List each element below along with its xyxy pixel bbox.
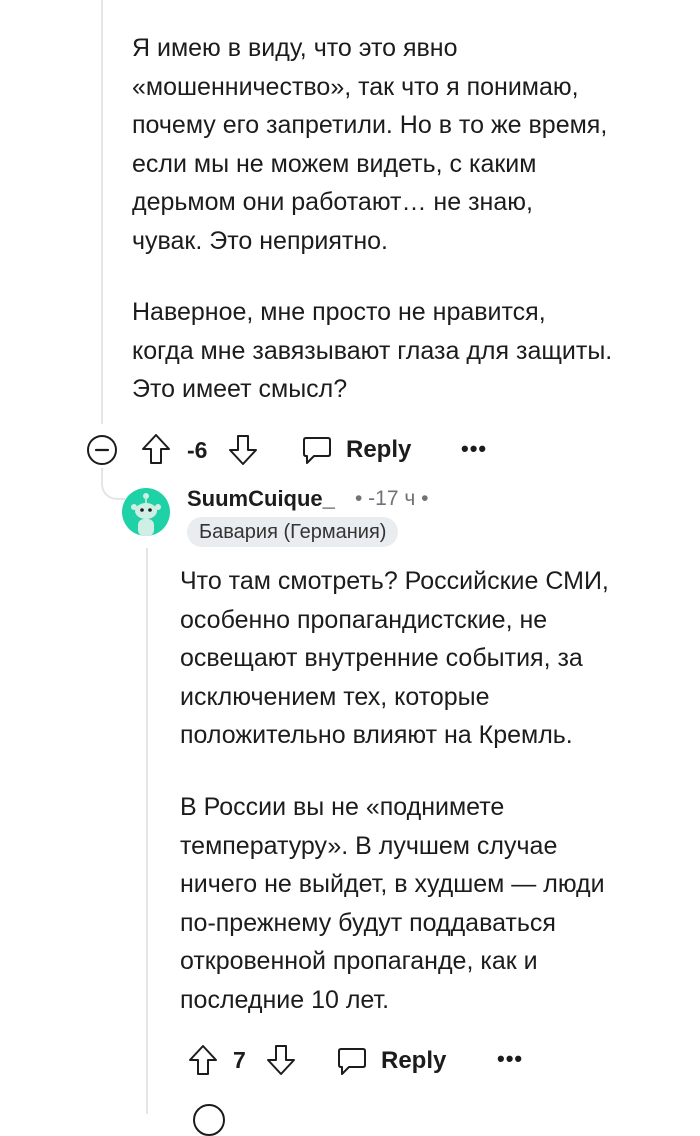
reply-label: Reply <box>381 1047 447 1074</box>
snoo-avatar-icon <box>131 493 161 536</box>
reply-label: Reply <box>346 436 412 463</box>
upvote-arrow-icon <box>140 432 172 466</box>
comment-bubble-icon <box>302 434 332 466</box>
downvote-button[interactable] <box>265 1043 297 1077</box>
downvote-button[interactable] <box>227 433 259 467</box>
comment-paragraph: В России вы не «поднимете температуру». … <box>180 793 605 1014</box>
thread-line-top <box>101 0 103 424</box>
next-collapse-button[interactable] <box>193 1104 225 1136</box>
upvote-arrow-icon <box>187 1043 219 1077</box>
comment-paragraph: Что там смотреть? Российские СМИ, особен… <box>180 567 609 749</box>
reply-button[interactable]: Reply <box>337 1045 446 1077</box>
collapse-minus-icon <box>86 434 118 466</box>
downvote-arrow-icon <box>265 1043 297 1077</box>
more-options-button[interactable]: ••• <box>461 436 487 462</box>
avatar[interactable] <box>122 488 170 536</box>
comment-timestamp: • -17 ч • <box>355 487 429 510</box>
thread-connector <box>101 468 125 500</box>
user-flair: Бавария (Германия) <box>187 517 399 547</box>
vote-score: -6 <box>187 437 208 463</box>
downvote-arrow-icon <box>227 433 259 467</box>
vote-score: 7 <box>233 1047 246 1073</box>
username[interactable]: SuumCuique_ <box>187 486 335 512</box>
comment-bubble-icon <box>337 1045 367 1077</box>
upvote-button[interactable] <box>140 432 172 466</box>
comment-paragraph: Я имею в виду, что это явно «мошенничест… <box>132 34 608 255</box>
reply-button[interactable]: Reply <box>302 434 411 466</box>
thread-line-reply <box>146 548 148 1114</box>
collapse-button[interactable] <box>86 434 118 466</box>
upvote-button[interactable] <box>187 1043 219 1077</box>
more-options-button[interactable]: ••• <box>497 1046 523 1072</box>
comment-paragraph: Наверное, мне просто не нравится, когда … <box>132 298 613 403</box>
